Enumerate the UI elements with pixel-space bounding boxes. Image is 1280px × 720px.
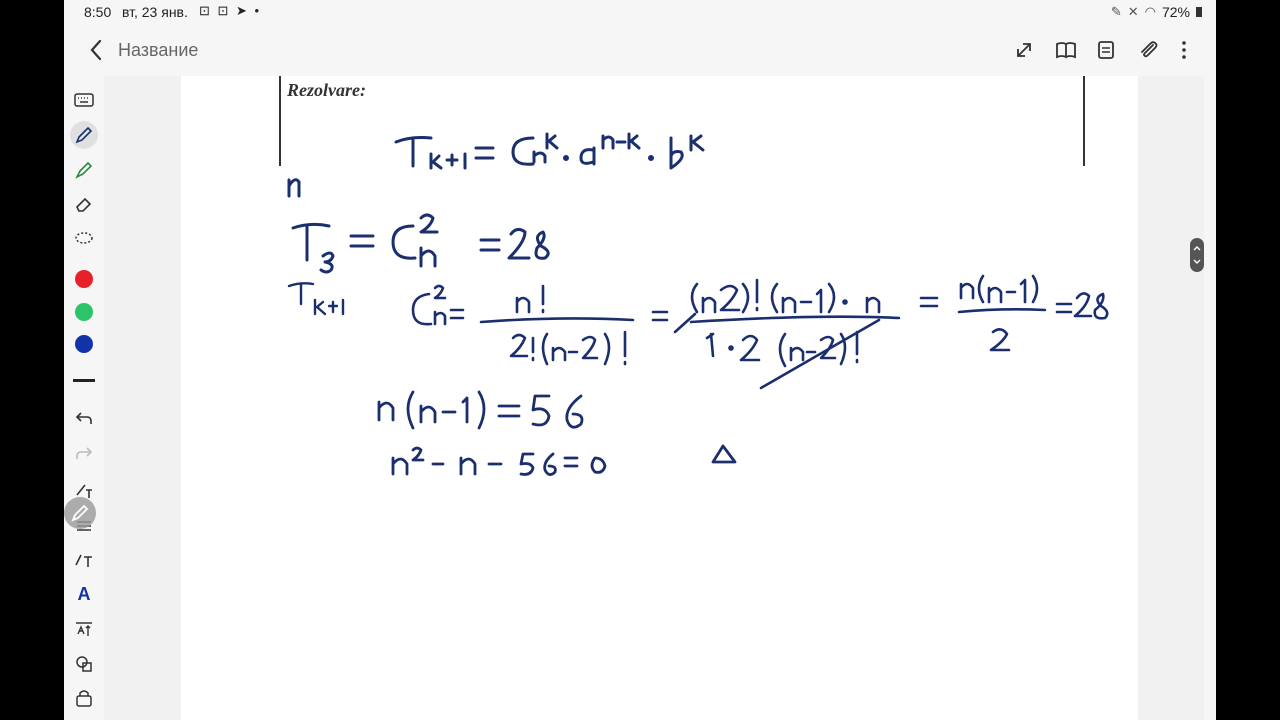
color-blue[interactable]	[70, 330, 98, 358]
color-red[interactable]	[70, 265, 98, 293]
paperclip-icon[interactable]	[1134, 36, 1162, 64]
undo-icon[interactable]	[70, 404, 98, 432]
formula-t3	[291, 213, 550, 274]
text-spacing-icon[interactable]	[70, 615, 98, 643]
battery-level: 72%	[1161, 4, 1190, 20]
notification-icons: ⊡ ⊡ ➤ •	[199, 3, 262, 18]
eraser-icon[interactable]	[70, 190, 98, 218]
battery-icon	[1196, 7, 1202, 17]
redo-icon[interactable]	[70, 439, 98, 467]
handwriting-layer[interactable]	[181, 76, 1138, 720]
formula-combination	[411, 284, 635, 366]
wifi-icon: ◠	[1144, 4, 1156, 19]
app-screen: 8:50 вт, 23 янв. ⊡ ⊡ ➤ • ✎ ✕ ◠ 72% Назва…	[64, 0, 1216, 720]
lock-icon[interactable]	[70, 684, 98, 712]
note-page[interactable]: Rezolvare:	[181, 76, 1138, 720]
scroll-handle[interactable]	[1190, 238, 1204, 272]
status-date: вт, 23 янв.	[122, 4, 188, 20]
status-right: ✎ ✕ ◠ 72%	[1111, 4, 1202, 20]
book-icon[interactable]	[1052, 36, 1080, 64]
formula-quadratic	[391, 446, 607, 476]
formula-result	[919, 274, 1109, 352]
shapes-icon[interactable]	[70, 650, 98, 678]
highlighter-icon[interactable]	[70, 156, 98, 184]
status-bar: 8:50 вт, 23 янв. ⊡ ⊡ ➤ • ✎ ✕ ◠ 72%	[64, 0, 1216, 24]
formula-expansion	[651, 278, 901, 390]
mute-icon: ✕	[1127, 4, 1139, 19]
more-icon[interactable]	[1170, 36, 1198, 64]
text-format-icon[interactable]	[70, 546, 98, 574]
stroke-width[interactable]	[70, 366, 98, 394]
document-title[interactable]: Название	[118, 40, 198, 61]
handwriting-a-icon[interactable]: A	[70, 580, 98, 608]
status-time: 8:50	[84, 4, 112, 20]
tool-rail: A	[64, 78, 104, 720]
lasso-icon[interactable]	[70, 225, 98, 253]
expand-icon[interactable]	[1010, 36, 1038, 64]
ink-n	[287, 178, 301, 198]
top-toolbar: Название	[64, 26, 1216, 74]
ink-tk1-label	[287, 282, 345, 316]
pen-icon[interactable]	[70, 121, 98, 149]
pen-off-icon: ✎	[1110, 4, 1122, 19]
delta-symbol	[711, 444, 737, 464]
canvas-area: Rezolvare:	[104, 76, 1204, 720]
page-icon[interactable]	[1092, 36, 1120, 64]
color-green[interactable]	[70, 298, 98, 326]
formula-equation-56	[377, 390, 584, 430]
floating-pen-button[interactable]	[64, 497, 96, 529]
back-arrow-icon[interactable]	[84, 36, 110, 64]
formula-tk1	[394, 132, 705, 170]
keyboard-icon[interactable]	[70, 86, 98, 114]
